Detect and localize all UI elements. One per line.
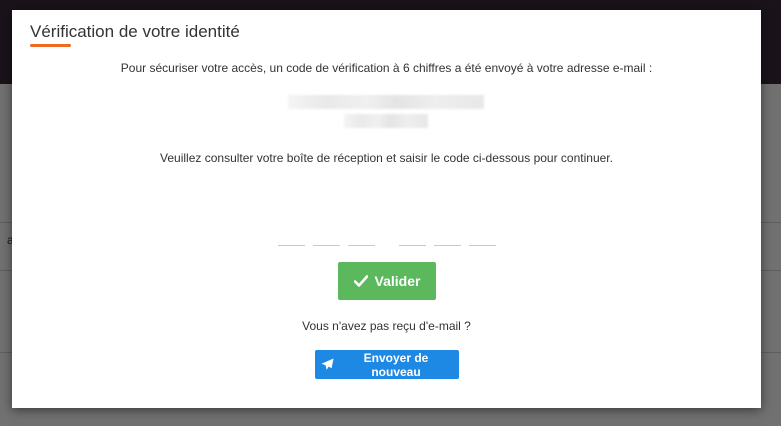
code-digit-input-5[interactable] (434, 237, 461, 246)
masked-email-line (288, 95, 484, 109)
instruction-text: Veuillez consulter votre boîte de récept… (160, 151, 613, 165)
resend-button[interactable]: Envoyer de nouveau (315, 350, 459, 379)
code-digit-input-6[interactable] (469, 237, 496, 246)
check-icon (353, 275, 368, 287)
modal-title: Vérification de votre identité (30, 22, 240, 41)
title-underline (30, 44, 71, 47)
resend-button-label: Envoyer de nouveau (363, 350, 429, 379)
no-email-text: Vous n'avez pas reçu d'e-mail ? (302, 319, 471, 333)
intro-text: Pour sécuriser votre accès, un code de v… (120, 61, 653, 75)
code-digit-input-1[interactable] (278, 237, 305, 246)
verification-modal: Vérification de votre identité Pour sécu… (12, 10, 761, 408)
validate-button[interactable]: Valider (338, 262, 436, 300)
code-digit-input-4[interactable] (399, 237, 426, 246)
paper-plane-icon (321, 358, 334, 371)
code-digit-input-3[interactable] (348, 237, 375, 246)
code-digit-input-2[interactable] (313, 237, 340, 246)
validate-button-label: Valider (374, 273, 421, 289)
masked-email-line (344, 114, 428, 128)
code-input-group (278, 237, 498, 247)
